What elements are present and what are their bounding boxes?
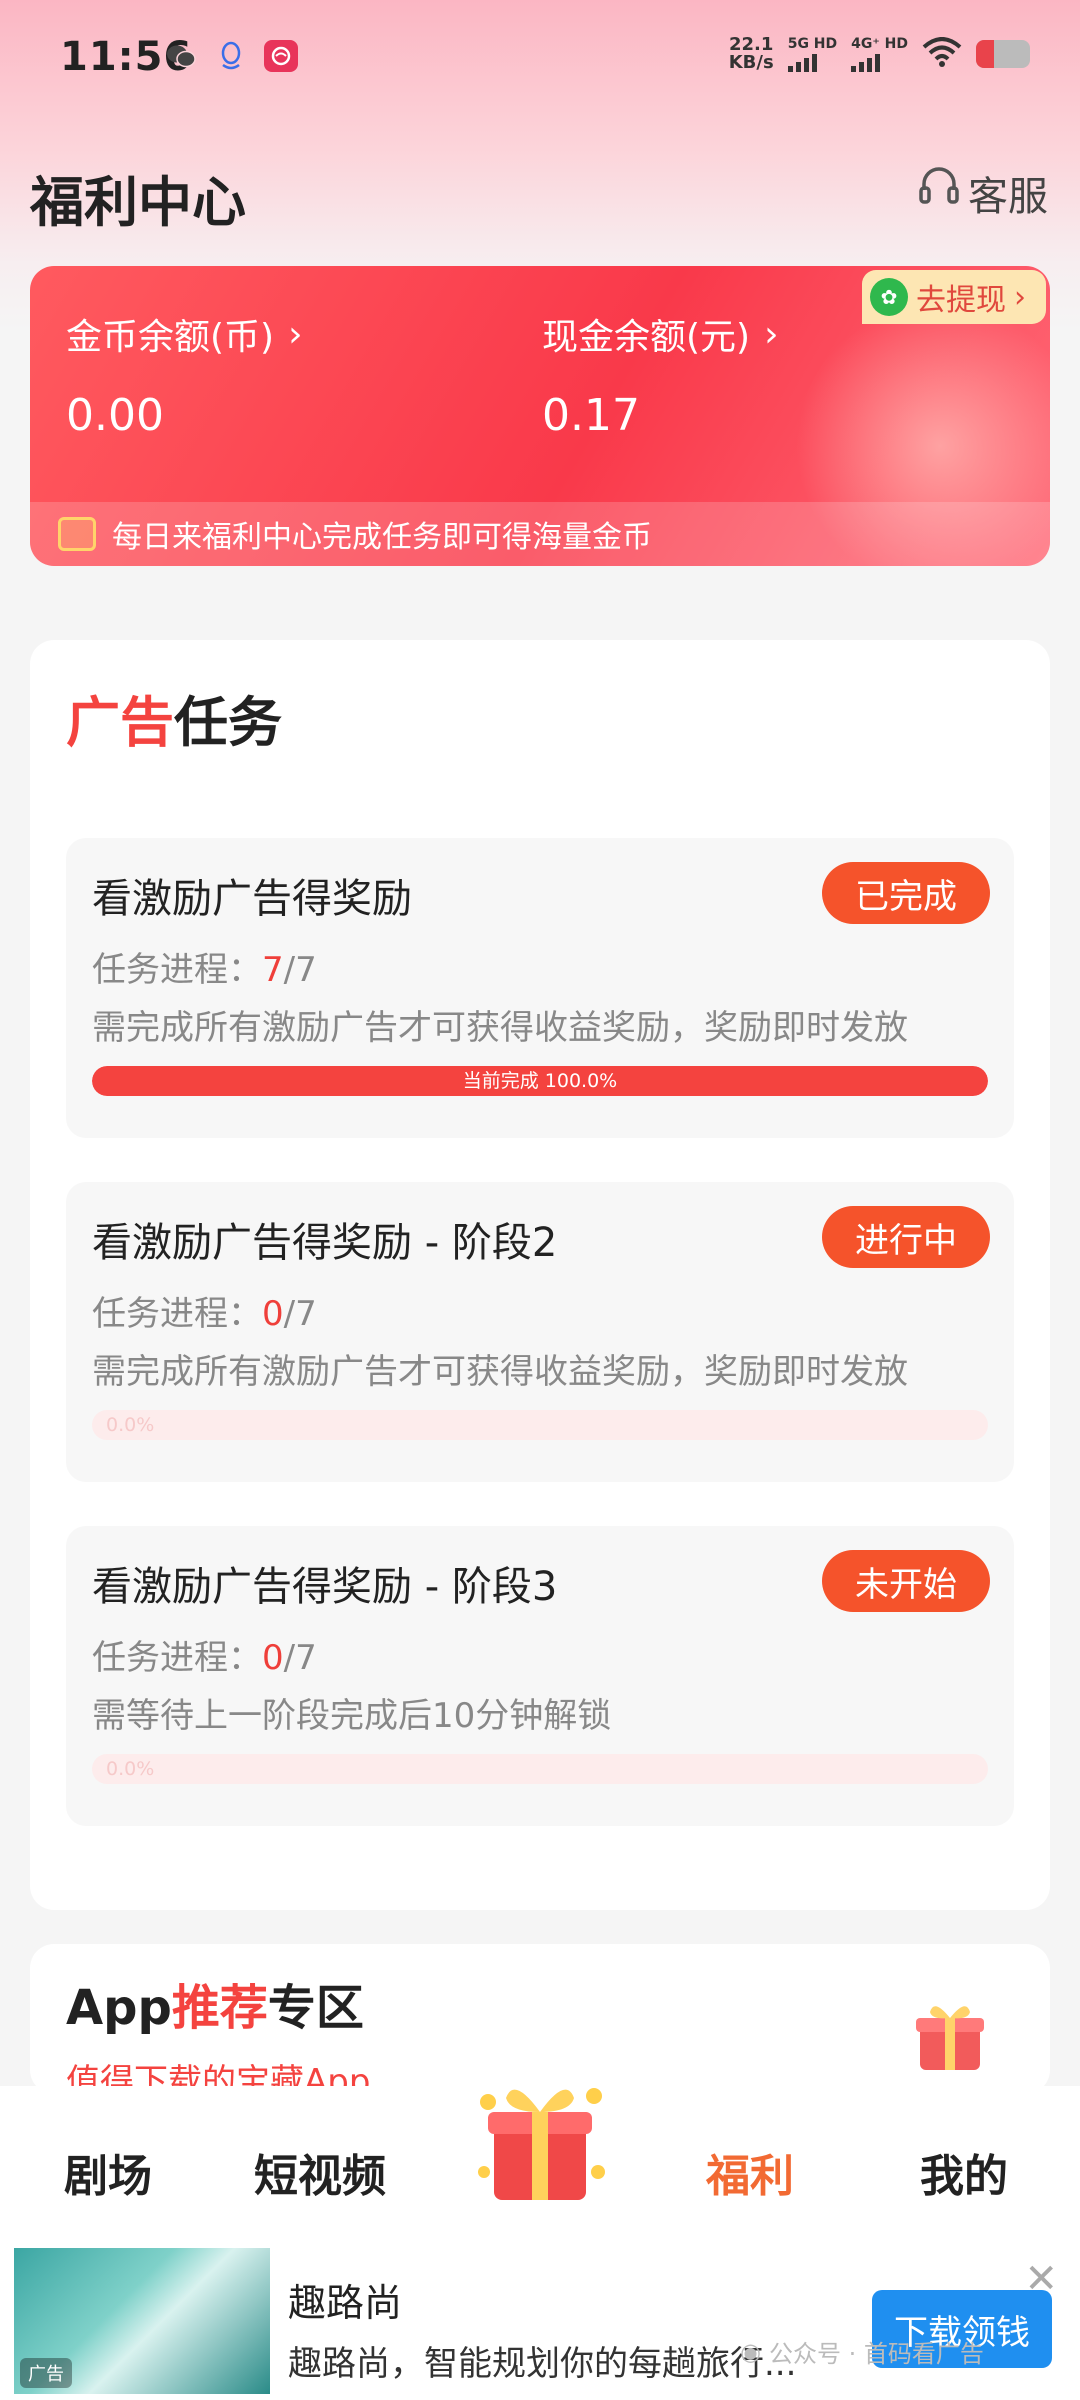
task-progress: 任务进程：7/7 — [92, 950, 317, 990]
task-progress-bar: 0.0% — [92, 1410, 988, 1440]
task-status-badge[interactable]: 进行中 — [822, 1206, 990, 1268]
task-title: 看激励广告得奖励 - 阶段2 — [92, 1220, 558, 1266]
page-title: 福利中心 — [30, 171, 246, 234]
watermark: ◉ 公众号 · 首码看广告 — [740, 2337, 984, 2369]
app-icon — [264, 40, 298, 72]
task-progress: 任务进程：0/7 — [92, 1294, 317, 1334]
task-card[interactable]: 看激励广告得奖励 - 阶段3 未开始 任务进程：0/7 需等待上一阶段完成后10… — [66, 1526, 1014, 1826]
status-bar: 11:56 22.1 KB/s 5G HD 4G⁺ HD — [0, 0, 1080, 120]
withdraw-button[interactable]: ✿ 去提现 › — [862, 270, 1046, 324]
network-speed: 22.1 KB/s — [728, 34, 774, 73]
progress-bar-text: 0.0% — [106, 1414, 155, 1436]
cash-balance-label: 现金余额(元) — [542, 317, 751, 358]
cash-balance-value: 0.17 — [542, 390, 640, 441]
status-system-icons: 22.1 KB/s 5G HD 4G⁺ HD — [729, 36, 1030, 72]
task-status-badge[interactable]: 未开始 — [822, 1550, 990, 1612]
signal-bars-icon — [787, 52, 817, 72]
progress-bar-text: 0.0% — [106, 1758, 155, 1780]
nav-item-welfare[interactable]: 福利 — [706, 2140, 794, 2204]
status-notification-icons — [164, 40, 298, 72]
task-description: 需等待上一阶段完成后10分钟解锁 — [92, 1696, 612, 1736]
ad-task-panel: 广告任务 看激励广告得奖励 已完成 任务进程：7/7 需完成所有激励广告才可获得… — [30, 640, 1050, 1910]
nav-item-mine[interactable]: 我的 — [920, 2140, 1008, 2204]
ad-tag: 广告 — [20, 2358, 72, 2388]
wechat-icon — [164, 40, 198, 72]
nav-item-short-video[interactable]: 短视频 — [254, 2140, 386, 2204]
gift-box-icon[interactable] — [470, 2062, 610, 2212]
customer-service-button[interactable]: 客服 — [918, 164, 1048, 222]
task-title: 看激励广告得奖励 — [92, 876, 412, 922]
coin-balance[interactable]: 金币余额(币) › 0.00 — [66, 308, 303, 442]
gift-box-icon — [910, 1994, 990, 2074]
chevron-right-icon: › — [1014, 279, 1026, 315]
coin-balance-value: 0.00 — [66, 390, 164, 441]
task-description: 需完成所有激励广告才可获得收益奖励，奖励即时发放 — [92, 1352, 908, 1392]
app-recommend-title: App推荐专区 — [66, 1980, 364, 2036]
signal-sim1: 5G HD — [787, 36, 837, 72]
task-card[interactable]: 看激励广告得奖励 已完成 任务进程：7/7 需完成所有激励广告才可获得收益奖励，… — [66, 838, 1014, 1138]
coin-balance-label: 金币余额(币) — [66, 317, 275, 358]
radio-icon — [58, 517, 96, 551]
task-description: 需完成所有激励广告才可获得收益奖励，奖励即时发放 — [92, 1008, 908, 1048]
chevron-right-icon: › — [288, 313, 303, 355]
chevron-right-icon: › — [764, 313, 779, 355]
withdraw-label: 去提现 — [916, 283, 1006, 318]
wechat-icon: ◉ — [740, 2337, 761, 2366]
ad-thumbnail[interactable]: 广告 — [14, 2248, 270, 2394]
headset-icon — [918, 166, 960, 220]
task-progress-bar: 0.0% — [92, 1754, 988, 1784]
balance-tip: 每日来福利中心完成任务即可得海量金币 — [30, 502, 1050, 566]
ad-title: 趣路尚 — [288, 2281, 403, 2325]
ad-description: 趣路尚，智能规划你的每趟旅行... — [288, 2344, 797, 2384]
qq-icon — [214, 40, 248, 72]
wifi-icon — [922, 37, 962, 71]
bottom-nav: 剧场 短视频 福利 我的 — [0, 2086, 1080, 2246]
task-card[interactable]: 看激励广告得奖励 - 阶段2 进行中 任务进程：0/7 需完成所有激励广告才可获… — [66, 1182, 1014, 1482]
nav-item-theater[interactable]: 剧场 — [64, 2140, 152, 2204]
signal-sim2: 4G⁺ HD — [851, 36, 908, 72]
ad-task-title: 广告任务 — [66, 691, 282, 754]
task-progress: 任务进程：0/7 — [92, 1638, 317, 1678]
task-title: 看激励广告得奖励 - 阶段3 — [92, 1564, 558, 1610]
balance-tip-text: 每日来福利中心完成任务即可得海量金币 — [112, 520, 652, 555]
task-status-badge[interactable]: 已完成 — [822, 862, 990, 924]
customer-service-label: 客服 — [968, 174, 1048, 220]
ad-banner[interactable]: 广告 趣路尚 趣路尚，智能规划你的每趟旅行... 下载领钱 ✕ — [0, 2246, 1080, 2400]
signal-bars-icon — [851, 52, 881, 72]
task-progress-bar: 当前完成 100.0% — [92, 1066, 988, 1096]
wechat-pay-icon: ✿ — [870, 278, 908, 316]
close-icon[interactable]: ✕ — [1024, 2256, 1058, 2302]
battery-icon — [976, 40, 1030, 68]
cash-balance[interactable]: 现金余额(元) › 0.17 — [542, 308, 779, 442]
progress-bar-text: 当前完成 100.0% — [462, 1070, 618, 1092]
